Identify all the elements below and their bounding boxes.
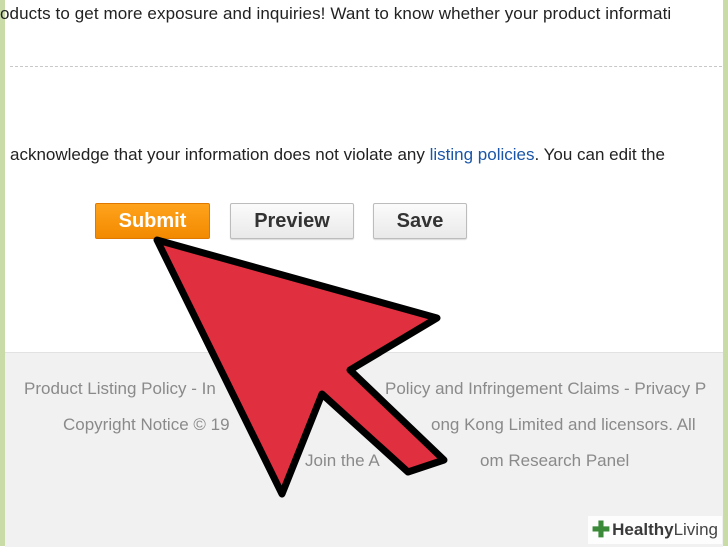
footer-copyright-right: ong Kong Limited and licensors. All <box>431 415 696 434</box>
frame-right-border <box>723 0 728 546</box>
watermark-suffix: Living <box>673 520 718 539</box>
acknowledgement-text: acknowledge that your information does n… <box>10 145 728 165</box>
submit-button[interactable]: Submit <box>95 203 210 239</box>
ack-text-before: acknowledge that your information does n… <box>10 145 430 164</box>
footer-link-product-listing-policy[interactable]: Product Listing Policy - In <box>24 379 216 399</box>
footer-research-panel-left[interactable]: Join the A <box>305 451 380 471</box>
watermark-brand: Healthy <box>612 520 674 539</box>
footer-research-panel-right[interactable]: om Research Panel <box>480 451 629 471</box>
save-button[interactable]: Save <box>373 203 467 239</box>
dashed-divider <box>10 66 722 67</box>
healthy-living-watermark: ✚ HealthyLiving <box>587 516 722 544</box>
preview-button[interactable]: Preview <box>230 203 354 239</box>
plus-logo-icon: ✚ <box>591 517 611 542</box>
footer-link-privacy-policy[interactable]: Policy and Infringement Claims - Privacy… <box>385 379 706 399</box>
footer-copyright-left: Copyright Notice © 19 <box>63 415 230 434</box>
listing-policies-link[interactable]: listing policies <box>430 145 535 164</box>
intro-text: oducts to get more exposure and inquirie… <box>0 4 672 23</box>
ack-text-after: . You can edit the <box>534 145 665 164</box>
